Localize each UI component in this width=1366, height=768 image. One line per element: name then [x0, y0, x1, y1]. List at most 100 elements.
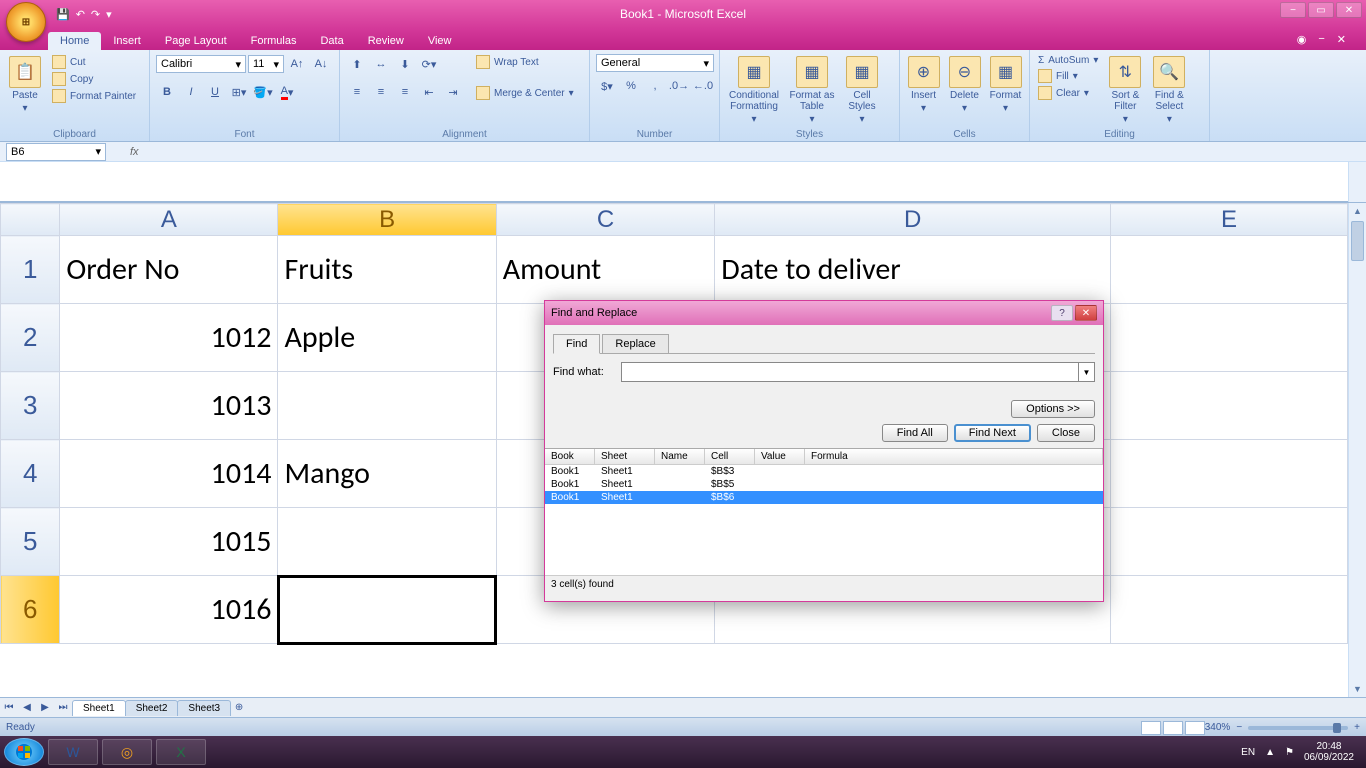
flag-icon[interactable]: ⚑	[1285, 747, 1294, 758]
minimize-button[interactable]: −	[1280, 2, 1306, 18]
save-icon[interactable]: 💾	[56, 8, 70, 21]
font-name-combo[interactable]: Calibri▾	[156, 55, 246, 73]
zoom-level[interactable]: 340%	[1205, 722, 1231, 733]
row-header-1[interactable]: 1	[1, 236, 60, 304]
sheet-tab-sheet2[interactable]: Sheet2	[125, 700, 179, 716]
row-header-2[interactable]: 2	[1, 304, 60, 372]
taskbar-excel-icon[interactable]: X	[156, 739, 206, 765]
redo-icon[interactable]: ↷	[91, 8, 100, 21]
find-next-button[interactable]: Find Next	[954, 424, 1031, 442]
paste-button[interactable]: 📋Paste▾	[4, 52, 46, 118]
close-button[interactable]: ✕	[1336, 2, 1362, 18]
underline-button[interactable]: U	[204, 82, 226, 102]
sheet-tab-sheet1[interactable]: Sheet1	[72, 700, 126, 716]
cell-A4[interactable]: 1014	[60, 440, 278, 508]
row-header-6[interactable]: 6	[1, 576, 60, 644]
row-header-3[interactable]: 3	[1, 372, 60, 440]
cut-button[interactable]: Cut	[48, 54, 140, 70]
cell-E4[interactable]	[1111, 440, 1348, 508]
italic-button[interactable]: I	[180, 82, 202, 102]
comma-icon[interactable]: ,	[644, 76, 666, 96]
align-top-icon[interactable]: ⬆	[346, 54, 368, 74]
dialog-close-btn[interactable]: Close	[1037, 424, 1095, 442]
vertical-scrollbar[interactable]: ▲ ▼	[1348, 203, 1366, 697]
format-cells-button[interactable]: ▦Format▾	[986, 52, 1025, 118]
formula-bar-expand-icon[interactable]	[1348, 162, 1366, 202]
font-size-combo[interactable]: 11▾	[248, 55, 284, 73]
find-what-dropdown-icon[interactable]: ▼	[1078, 363, 1094, 381]
fill-color-icon[interactable]: 🪣▾	[252, 82, 274, 102]
cell-B3[interactable]	[278, 372, 496, 440]
shrink-font-icon[interactable]: A↓	[310, 54, 332, 74]
cell-B5[interactable]	[278, 508, 496, 576]
clock[interactable]: 20:48 06/09/2022	[1304, 741, 1354, 763]
increase-decimal-icon[interactable]: .0→	[668, 76, 690, 96]
cell-E6[interactable]	[1111, 576, 1348, 644]
result-row[interactable]: Book1Sheet1 $B$5	[545, 478, 1103, 491]
cell-A2[interactable]: 1012	[60, 304, 278, 372]
fill-button[interactable]: Fill▾	[1034, 68, 1102, 84]
first-sheet-icon[interactable]: ⏮	[0, 702, 18, 713]
normal-view-icon[interactable]	[1141, 721, 1161, 735]
taskbar-word-icon[interactable]: W	[48, 739, 98, 765]
align-middle-icon[interactable]: ↔	[370, 54, 392, 74]
cell-B2[interactable]: Apple	[278, 304, 496, 372]
percent-icon[interactable]: %	[620, 76, 642, 96]
minimize-ribbon-icon[interactable]: −	[1318, 33, 1324, 46]
cell-E3[interactable]	[1111, 372, 1348, 440]
borders-icon[interactable]: ⊞▾	[228, 82, 250, 102]
tab-data[interactable]: Data	[308, 32, 355, 50]
tab-formulas[interactable]: Formulas	[239, 32, 309, 50]
cell-styles-button[interactable]: ▦Cell Styles▾	[840, 52, 884, 129]
format-as-table-button[interactable]: ▦Format as Table▾	[786, 52, 838, 129]
dialog-help-button[interactable]: ?	[1051, 305, 1073, 321]
dialog-titlebar[interactable]: Find and Replace ? ✕	[545, 301, 1103, 325]
tab-home[interactable]: Home	[48, 32, 101, 50]
tab-view[interactable]: View	[416, 32, 464, 50]
wrap-text-button[interactable]: Wrap Text	[472, 54, 578, 70]
zoom-in-icon[interactable]: +	[1354, 722, 1360, 733]
page-break-view-icon[interactable]	[1185, 721, 1205, 735]
prev-sheet-icon[interactable]: ◀	[18, 702, 36, 713]
insert-cells-button[interactable]: ⊕Insert▾	[904, 52, 943, 118]
currency-icon[interactable]: $▾	[596, 76, 618, 96]
tray-up-icon[interactable]: ▲	[1265, 747, 1275, 758]
start-button[interactable]	[4, 738, 44, 766]
tab-replace[interactable]: Replace	[602, 334, 668, 354]
delete-cells-button[interactable]: ⊖Delete▾	[945, 52, 984, 118]
cell-C1[interactable]: Amount	[496, 236, 714, 304]
formula-bar-input[interactable]	[0, 162, 1348, 202]
grow-font-icon[interactable]: A↑	[286, 54, 308, 74]
sheet-tab-sheet3[interactable]: Sheet3	[177, 700, 231, 716]
cell-A1[interactable]: Order No	[60, 236, 278, 304]
column-header-C[interactable]: C	[496, 204, 714, 236]
result-row[interactable]: Book1Sheet1 $B$6	[545, 491, 1103, 504]
dialog-close-button[interactable]: ✕	[1075, 305, 1097, 321]
orientation-icon[interactable]: ⟳▾	[418, 54, 440, 74]
copy-button[interactable]: Copy	[48, 71, 140, 87]
cell-A3[interactable]: 1013	[60, 372, 278, 440]
column-header-D[interactable]: D	[715, 204, 1111, 236]
column-header-A[interactable]: A	[60, 204, 278, 236]
bold-button[interactable]: B	[156, 82, 178, 102]
cell-A6[interactable]: 1016	[60, 576, 278, 644]
tab-find[interactable]: Find	[553, 334, 600, 354]
cell-E5[interactable]	[1111, 508, 1348, 576]
office-button[interactable]: ⊞	[6, 2, 46, 42]
close-workbook-icon[interactable]: ✕	[1337, 33, 1346, 46]
format-painter-button[interactable]: Format Painter	[48, 88, 140, 104]
cell-B4[interactable]: Mango	[278, 440, 496, 508]
tab-insert[interactable]: Insert	[101, 32, 153, 50]
align-left-icon[interactable]: ≡	[346, 82, 368, 102]
next-sheet-icon[interactable]: ▶	[36, 702, 54, 713]
cell-B1[interactable]: Fruits	[278, 236, 496, 304]
column-header-B[interactable]: B	[278, 204, 496, 236]
tab-review[interactable]: Review	[356, 32, 416, 50]
result-row[interactable]: Book1Sheet1 $B$3	[545, 465, 1103, 478]
font-color-icon[interactable]: A▾	[276, 82, 298, 102]
find-what-input[interactable]: ▼	[621, 362, 1095, 382]
cell-E2[interactable]	[1111, 304, 1348, 372]
decrease-indent-icon[interactable]: ⇤	[418, 82, 440, 102]
zoom-out-icon[interactable]: −	[1236, 722, 1242, 733]
increase-indent-icon[interactable]: ⇥	[442, 82, 464, 102]
